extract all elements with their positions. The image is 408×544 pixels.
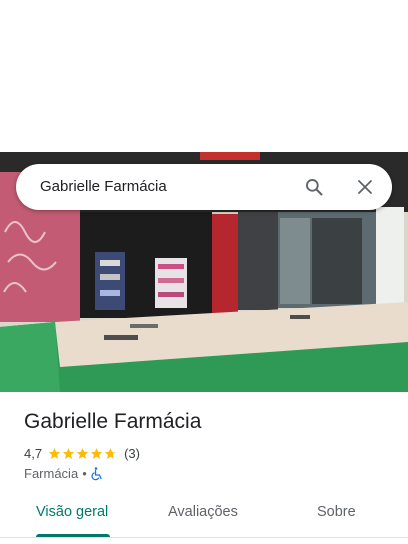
- place-title: Gabrielle Farmácia: [24, 410, 202, 433]
- search-bar[interactable]: Gabrielle Farmácia: [16, 164, 392, 210]
- close-button[interactable]: [353, 175, 377, 199]
- review-count[interactable]: (3): [124, 446, 140, 461]
- star-icon: [90, 447, 103, 459]
- star-rating: [48, 447, 118, 460]
- search-button[interactable]: [302, 175, 326, 199]
- close-icon: [358, 180, 372, 194]
- star-icon: [76, 447, 89, 459]
- tab-reviews[interactable]: Avaliações: [168, 504, 238, 520]
- tab-overview[interactable]: Visão geral: [36, 504, 108, 520]
- rating-row[interactable]: 4,7 (3): [24, 445, 140, 461]
- tab-about[interactable]: Sobre: [317, 504, 356, 520]
- tabs-divider: [0, 537, 408, 538]
- search-icon: [306, 179, 323, 196]
- place-tabs: Visão geral Avaliações Sobre: [0, 496, 408, 536]
- place-category: Farmácia: [24, 466, 79, 481]
- separator: •: [82, 466, 87, 481]
- category-row: Farmácia •: [24, 466, 103, 481]
- blank-area: [0, 0, 408, 152]
- wheelchair-icon: [91, 466, 102, 480]
- star-icon: [48, 447, 61, 459]
- star-icon: [62, 447, 75, 459]
- search-input[interactable]: Gabrielle Farmácia: [40, 178, 167, 195]
- star-half-icon: [104, 447, 117, 459]
- rating-value: 4,7: [24, 445, 43, 461]
